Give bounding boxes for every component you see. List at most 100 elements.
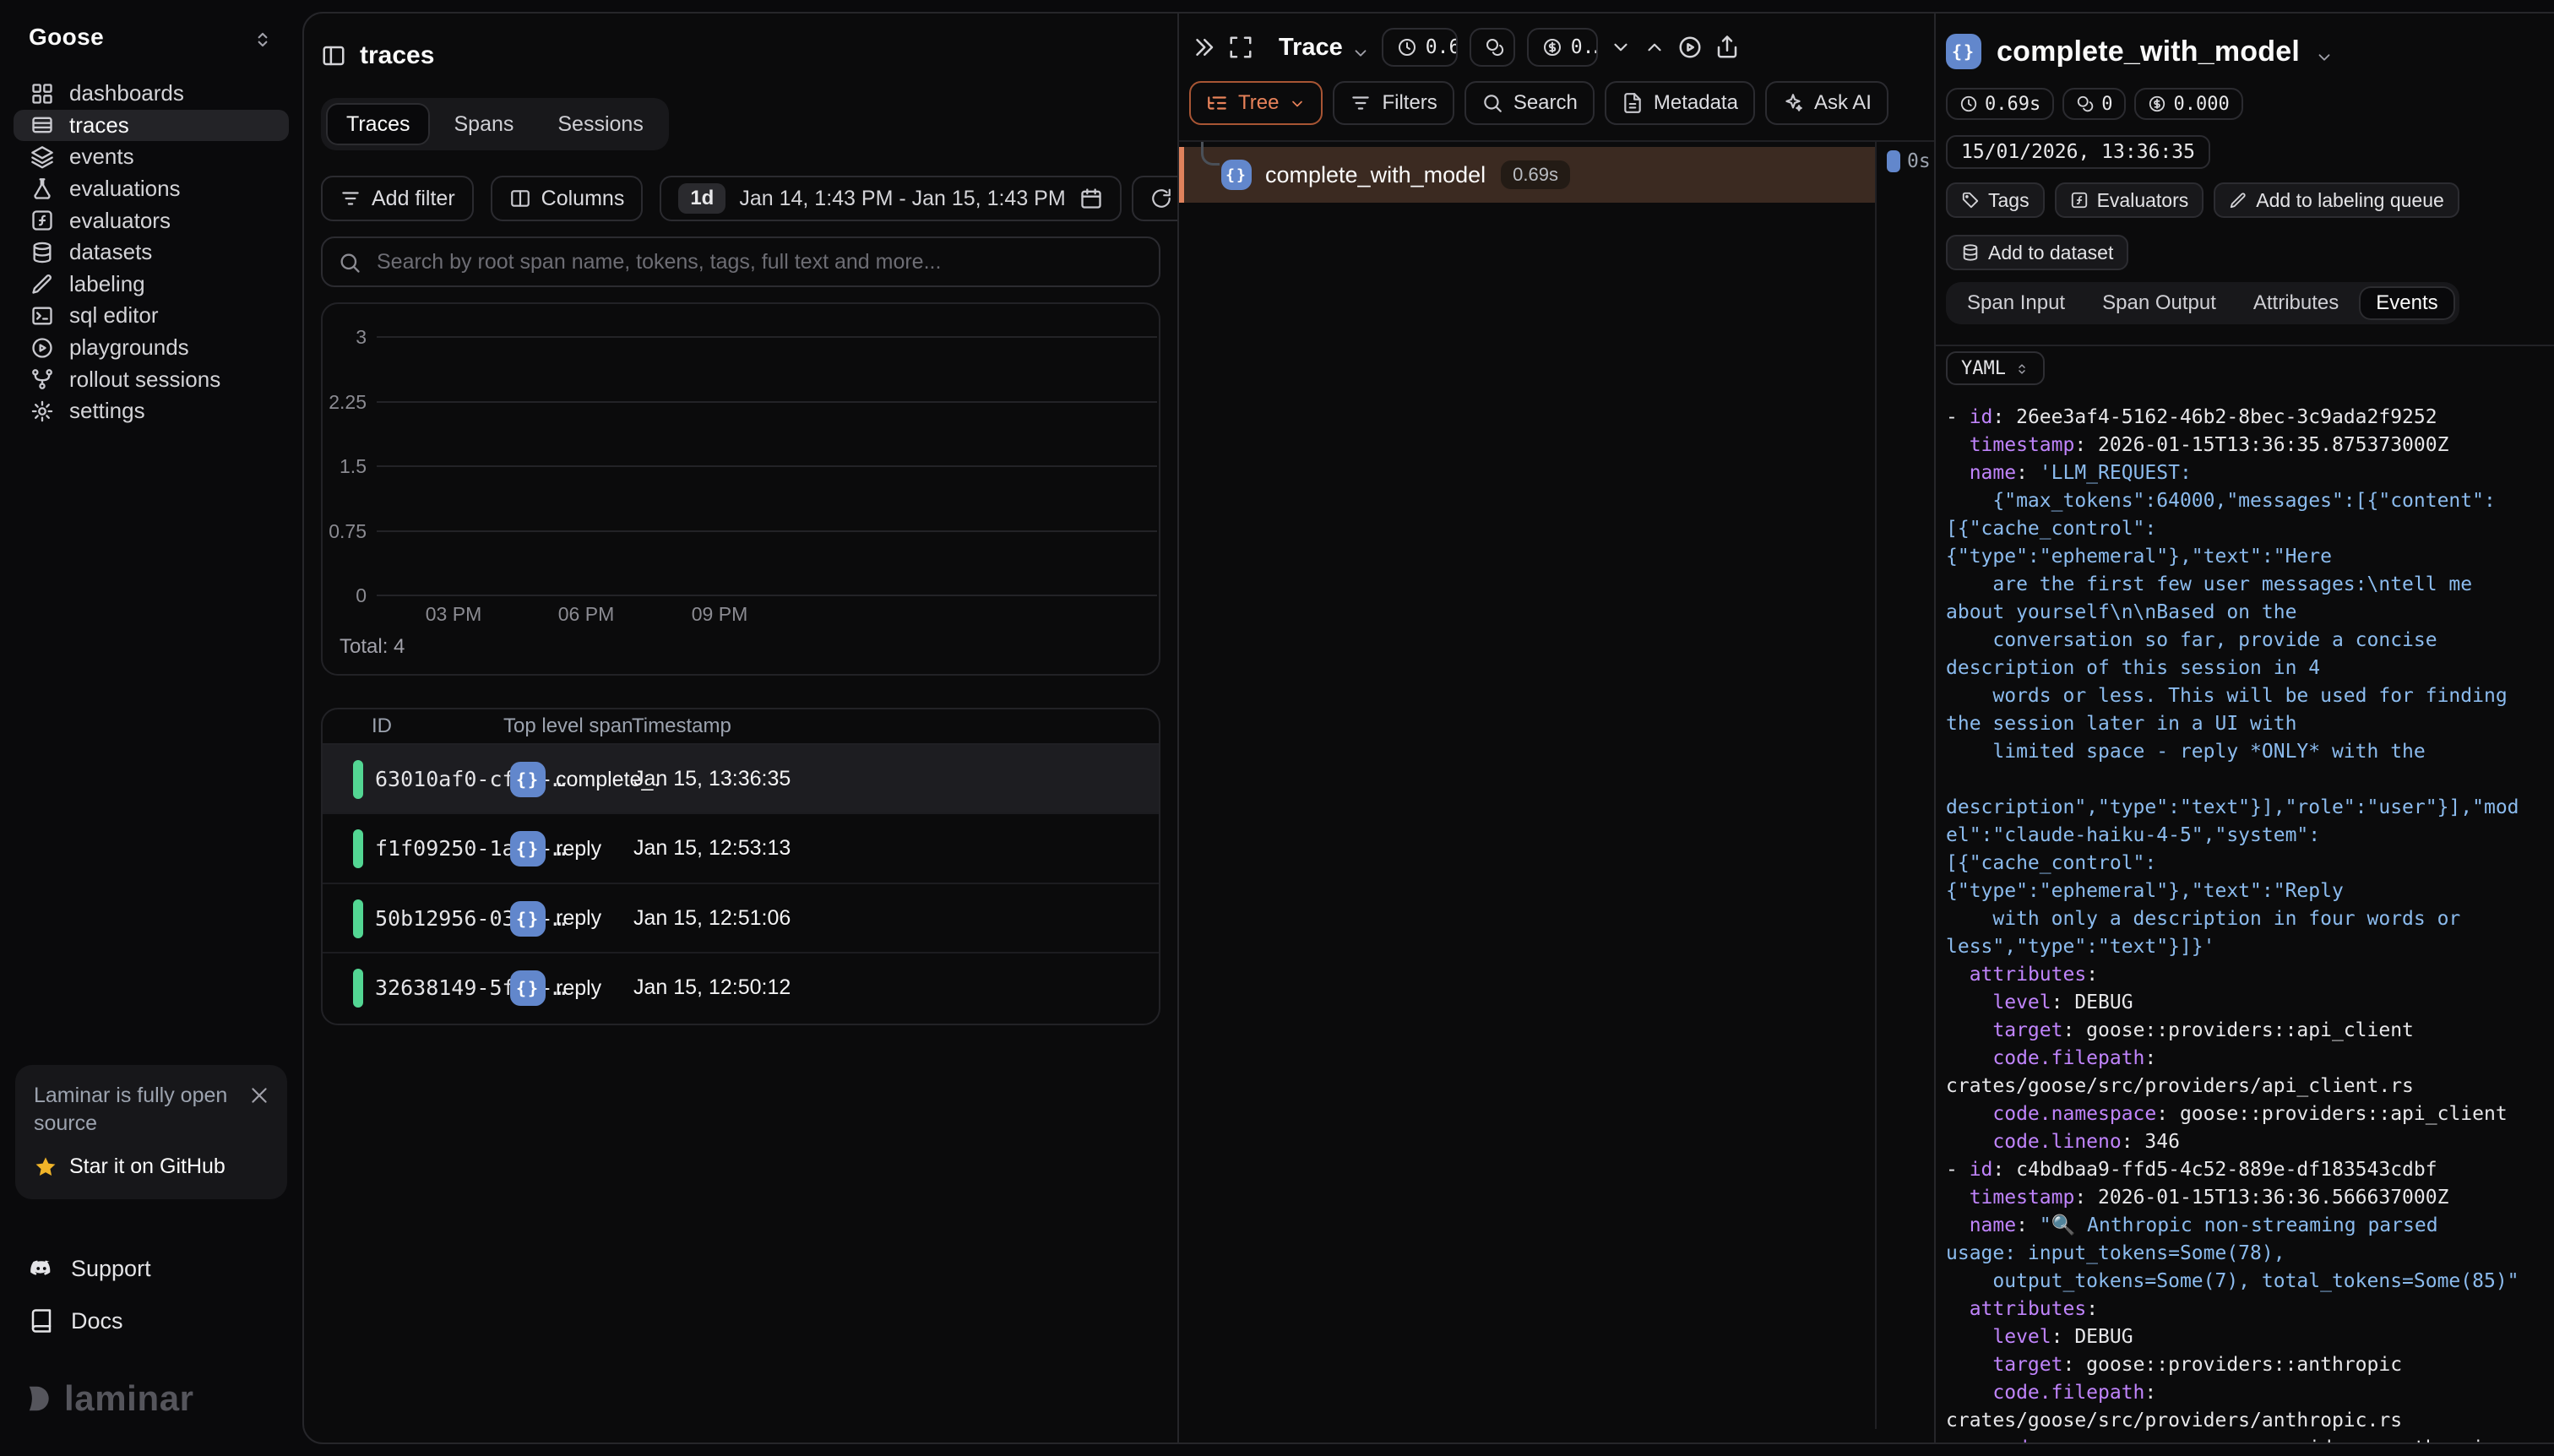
chevron-up-icon[interactable] [1644,36,1666,58]
span-tab-span-input[interactable]: Span Input [1950,286,2082,320]
chart-gridline [377,465,1157,467]
tab-spans[interactable]: Spans [433,103,534,145]
trace-duration-badge: 0.6… [1382,28,1458,67]
yaml-line: output_tokens=Some(7), total_tokens=Some… [1946,1268,2554,1296]
sidebar-item-rollout-sessions[interactable]: rollout sessions [14,363,289,395]
traces-table: IDTop level spanTimestamp 63010af0-cf31-… [321,708,1160,1025]
metadata-button[interactable]: Metadata [1605,81,1755,125]
table-row[interactable]: f1f09250-1a82-…{}replyJan 15, 12:53:13 [323,814,1159,883]
play-circle-icon[interactable] [1677,35,1703,60]
sidebar-item-events[interactable]: events [14,141,289,173]
database-icon [30,241,54,264]
expand-fullscreen-icon[interactable] [1228,35,1253,60]
span-name: complete_with_model [1265,162,1486,188]
sidebar-item-label: evaluations [69,176,181,202]
function-icon [30,209,54,232]
span-name: reply [556,976,601,1001]
add-filter-button[interactable]: Add filter [321,176,474,221]
add-to-labeling-queue-button[interactable]: Add to labeling queue [2214,182,2459,218]
close-icon[interactable] [248,1082,270,1104]
x-axis-tick: 06 PM [558,603,614,626]
unfold-icon [252,26,274,48]
yaml-line: level: DEBUG [1946,989,2554,1017]
evaluators-button[interactable]: Evaluators [2055,182,2204,218]
sidebar-link-support[interactable]: Support [0,1253,302,1284]
table-row[interactable]: 63010af0-cf31-…{}complete_…Jan 15, 13:36… [323,745,1159,814]
date-range-button[interactable]: 1d Jan 14, 1:43 PM - Jan 15, 1:43 PM [660,176,1121,221]
status-indicator [353,760,363,799]
sidebar-item-evaluations[interactable]: evaluations [14,173,289,205]
sidebar-item-label: datasets [69,239,152,265]
span-name: reply [556,906,601,931]
database-icon [1961,243,1980,262]
columns-button[interactable]: Columns [491,176,644,221]
filters-button[interactable]: Filters [1333,81,1454,125]
sidebar-item-label: evaluators [69,208,171,234]
network-icon [30,367,54,391]
collapse-panel-icon[interactable] [1191,35,1216,60]
sidebar-item-settings[interactable]: settings [14,395,289,427]
share-icon[interactable] [1714,35,1740,60]
span-tab-events[interactable]: Events [2359,286,2454,320]
yaml-line: less","type":"text"}]}' [1946,933,2554,961]
yaml-line: level: DEBUG [1946,1323,2554,1351]
braces-icon: {} [510,970,546,1006]
ask-ai-button[interactable]: Ask AI [1765,81,1888,125]
pen-icon [30,272,54,296]
yaml-line: code.namespace: goose::providers::anthro… [1946,1435,2554,1444]
top-level-span-cell: {}reply [510,901,601,937]
search-button[interactable]: Search [1464,81,1595,125]
open-source-promo-card: Laminar is fully open source Star it on … [15,1065,287,1199]
sidebar-item-dashboards[interactable]: dashboards [14,78,289,110]
timeline-span-chip [1887,150,1900,172]
add-to-dataset-button[interactable]: Add to dataset [1946,235,2128,270]
yaml-line: attributes: [1946,961,2554,989]
span-title: complete_with_model [1997,35,2300,68]
chevron-down-icon[interactable] [2315,42,2334,61]
search-icon [1481,92,1503,114]
yaml-line: about yourself\n\nBased on the [1946,599,2554,627]
tags-button[interactable]: Tags [1946,182,2045,218]
table-row[interactable]: 32638149-5f95-…{}replyJan 15, 12:50:12 [323,953,1159,1023]
sidebar-item-datasets[interactable]: datasets [14,236,289,269]
clock-icon [1959,95,1978,113]
table-row[interactable]: 50b12956-03dc-…{}replyJan 15, 12:51:06 [323,884,1159,953]
flask-icon [30,177,54,201]
laminar-logo: laminar [0,1358,302,1456]
clock-icon [1397,37,1417,57]
span-tree-row[interactable]: {} complete_with_model 0.69s [1179,147,1875,203]
discord-icon [29,1256,54,1281]
tree-view-dropdown[interactable]: Tree [1189,81,1323,125]
timeline-tick-label: 0s [1907,150,1931,172]
span-tab-span-output[interactable]: Span Output [2085,286,2233,320]
list-tree-icon [1206,92,1228,114]
star-label: Star it on GitHub [69,1154,226,1179]
yaml-line: code.namespace: goose::providers::api_cl… [1946,1100,2554,1128]
chart-gridline [377,336,1157,338]
format-select[interactable]: YAML [1946,351,2045,385]
tab-sessions[interactable]: Sessions [537,103,663,145]
search-input[interactable] [321,236,1160,287]
workspace-switcher[interactable]: Goose [0,0,302,51]
page-title: traces [360,41,434,70]
yaml-line: with only a description in four words or [1946,905,2554,933]
sidebar-item-label: rollout sessions [69,367,220,393]
trace-tree-body: {} complete_with_model 0.69s 0s [1179,142,1934,1429]
sidebar-item-labeling[interactable]: labeling [14,269,289,301]
sidebar-item-sql-editor[interactable]: sql editor [14,300,289,332]
chevron-down-icon[interactable] [1610,36,1632,58]
sidebar-link-docs[interactable]: Docs [0,1306,302,1336]
star-on-github-link[interactable]: Star it on GitHub [34,1154,269,1179]
span-tab-attributes[interactable]: Attributes [2236,286,2356,320]
sidebar-item-evaluators[interactable]: evaluators [14,204,289,236]
laminar-wordmark: laminar [64,1378,194,1419]
yaml-line: attributes: [1946,1296,2554,1323]
sidebar-item-traces[interactable]: traces [14,110,289,142]
trace-dropdown[interactable]: Trace [1279,34,1370,62]
sidebar-item-playgrounds[interactable]: playgrounds [14,332,289,364]
divider [1936,345,2554,346]
tab-traces[interactable]: Traces [326,103,430,145]
panel-left-icon[interactable] [321,43,346,68]
workspace-name: Goose [29,24,104,51]
yaml-line: {"type":"ephemeral"},"text":"Here [1946,543,2554,571]
